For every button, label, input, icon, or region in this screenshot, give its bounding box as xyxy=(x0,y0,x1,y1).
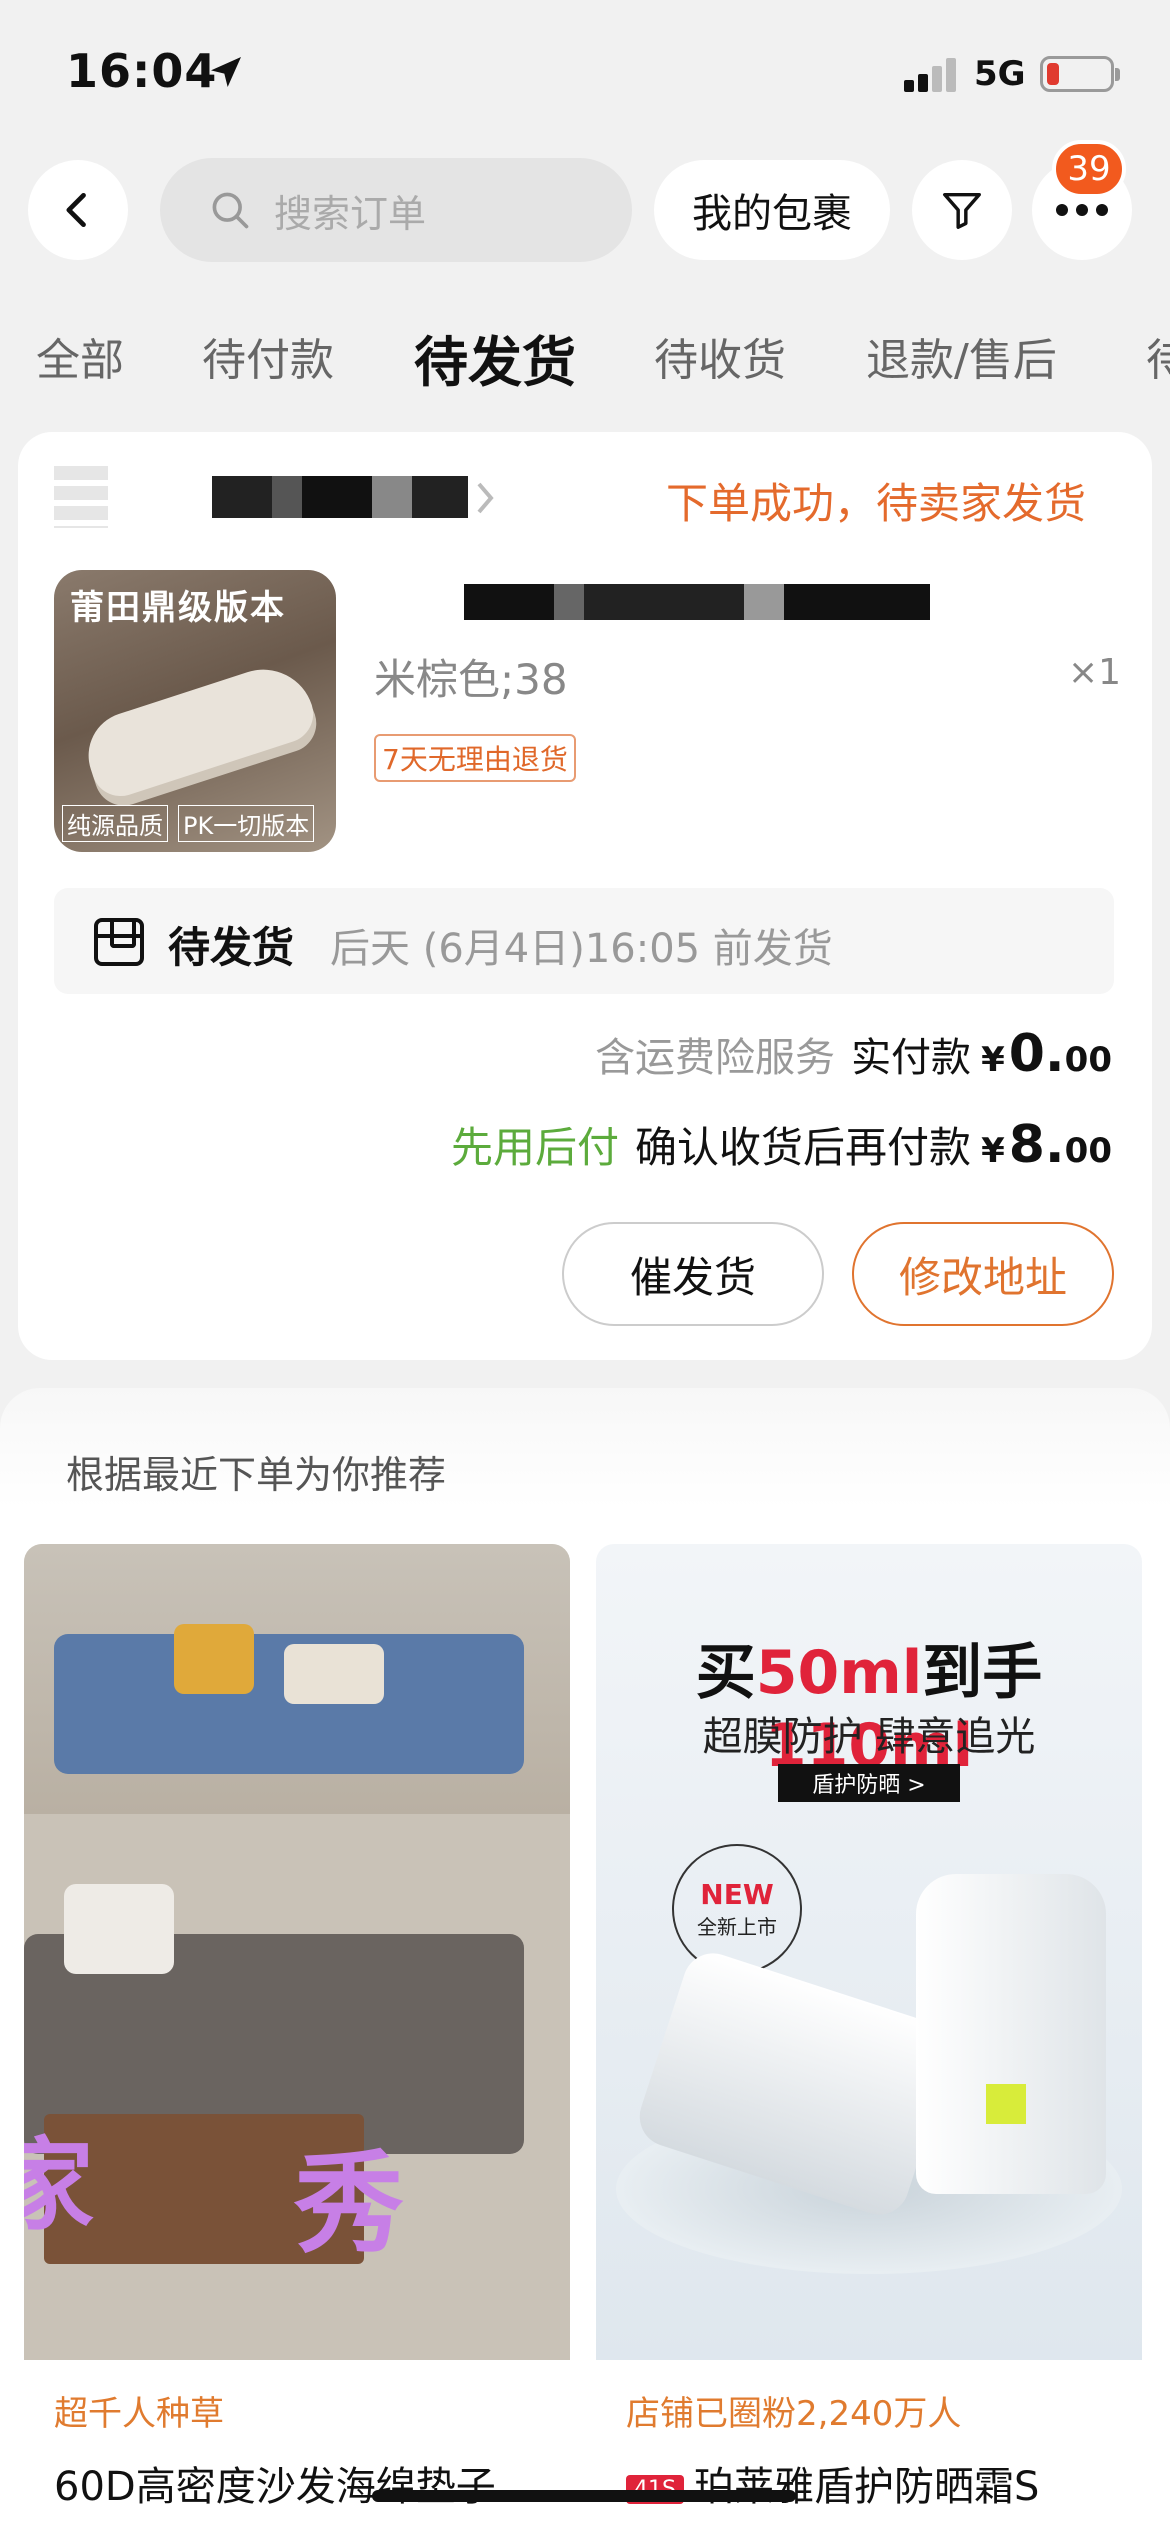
shipping-status-label: 待发货 xyxy=(168,923,295,972)
my-packages-button[interactable]: 我的包裹 xyxy=(654,160,890,260)
pay-after-label: 确认收货后再付款 xyxy=(635,1123,972,1172)
more-dots-icon xyxy=(1056,204,1108,216)
tab-refund[interactable]: 退款/售后 xyxy=(866,324,1057,388)
thumb-sub1: 纯源品质 xyxy=(62,805,168,842)
tab-all[interactable]: 全部 xyxy=(36,324,124,388)
chevron-left-icon xyxy=(66,192,86,228)
paid-integer: 0. xyxy=(1008,1024,1065,1084)
urge-shipment-button[interactable]: 催发货 xyxy=(562,1222,824,1326)
location-arrow-icon xyxy=(211,57,241,87)
network-label: 5G xyxy=(974,54,1026,94)
back-button[interactable] xyxy=(28,160,128,260)
change-address-button[interactable]: 修改地址 xyxy=(852,1222,1114,1326)
tab-truncated[interactable]: 待 xyxy=(1146,324,1170,388)
order-status: 下单成功，待卖家发货 xyxy=(666,479,1087,528)
ad-subheadline: 超膜防护 肆意追光 xyxy=(702,1714,1036,1760)
bottle-image xyxy=(916,1874,1106,2194)
tab-pending-receipt[interactable]: 待收货 xyxy=(654,324,786,388)
search-icon xyxy=(212,192,249,229)
search-placeholder: 搜索订单 xyxy=(274,191,427,236)
pay-after-integer: 8. xyxy=(1008,1115,1065,1175)
product-name: 珀莱雅盾护防晒霜S xyxy=(693,2464,1040,2510)
paid-decimal: 00 xyxy=(1064,1040,1112,1080)
filter-button[interactable] xyxy=(912,160,1012,260)
shop-name-redacted[interactable] xyxy=(212,476,468,518)
slipper-image xyxy=(77,656,321,804)
product-title-redacted[interactable] xyxy=(464,584,930,620)
paid-currency: ¥ xyxy=(981,1040,1005,1080)
tab-pending-payment[interactable]: 待付款 xyxy=(202,324,334,388)
ad-button: 盾护防晒 > xyxy=(778,1764,960,1802)
return-policy-tag: 7天无理由退货 xyxy=(374,734,576,782)
paid-amount-line: 含运费险服务 实付款 ¥ 0. 00 xyxy=(595,1024,1112,1084)
notification-badge: 39 xyxy=(1052,140,1126,198)
thumb-sub2: PK一切版本 xyxy=(178,805,315,842)
ad-hl1: 50ml xyxy=(755,1638,923,1708)
product-card-sunscreen[interactable]: 买50ml到手110ml 超膜防护 肆意追光 盾护防晒 > NEW 全新上市 店… xyxy=(596,1544,1142,2532)
pay-later-label: 先用后付 xyxy=(451,1123,620,1172)
search-input[interactable]: 搜索订单 xyxy=(160,158,632,262)
pay-after-currency: ¥ xyxy=(981,1131,1005,1171)
product-tag: 超千人种草 xyxy=(54,2394,224,2434)
product-thumbnail[interactable]: 莆田鼎级版本 纯源品质 PK一切版本 xyxy=(54,570,336,852)
ad-pre: 买 xyxy=(695,1638,756,1708)
product-tag: 店铺已圈粉2,240万人 xyxy=(626,2394,962,2434)
product-variant: 米棕色;38 xyxy=(374,655,568,704)
product-name: 60D高密度沙发海绵垫子 xyxy=(54,2464,496,2510)
pay-after-decimal: 00 xyxy=(1064,1131,1112,1171)
new-badge: NEW 全新上市 xyxy=(672,1844,802,1974)
insurance-text: 含运费险服务 xyxy=(595,1035,836,1081)
product-quantity: ×1 xyxy=(1068,652,1122,693)
filter-icon xyxy=(943,192,981,229)
new-big: NEW xyxy=(700,1878,774,1911)
tab-pending-shipment[interactable]: 待发货 xyxy=(414,318,576,397)
battery-icon xyxy=(1040,56,1120,92)
product-name-line: 41S 珀莱雅盾护防晒霜S xyxy=(626,2454,1039,2512)
recommend-title: 根据最近下单为你推荐 xyxy=(66,1453,447,1497)
shop-avatar xyxy=(54,466,108,528)
sunscreen-image: 买50ml到手110ml 超膜防护 肆意追光 盾护防晒 > NEW 全新上市 xyxy=(596,1544,1142,2360)
shipping-deadline: 后天 (6月4日)16:05 前发货 xyxy=(330,926,833,972)
overlay-text-right: 秀 xyxy=(294,2140,404,2268)
chevron-right-icon xyxy=(477,482,494,514)
thumb-subtitle: 纯源品质 PK一切版本 xyxy=(62,805,315,842)
sofa-image: 家 秀 xyxy=(24,1544,570,2360)
paid-label: 实付款 xyxy=(851,1035,972,1081)
pay-later-line: 先用后付 确认收货后再付款 ¥ 8. 00 xyxy=(451,1114,1112,1175)
overlay-text-left: 家 xyxy=(24,2127,94,2244)
home-indicator[interactable] xyxy=(372,2490,796,2502)
thumb-title: 莆田鼎级版本 xyxy=(70,588,286,628)
status-time: 16:04 xyxy=(66,44,218,98)
product-card-sofa[interactable]: 家 秀 超千人种草 60D高密度沙发海绵垫子 xyxy=(24,1544,570,2532)
package-icon xyxy=(94,918,144,966)
ad-mid: 到手 xyxy=(922,1638,1043,1708)
new-small: 全新上市 xyxy=(697,1915,777,1939)
signal-icon xyxy=(904,56,958,92)
